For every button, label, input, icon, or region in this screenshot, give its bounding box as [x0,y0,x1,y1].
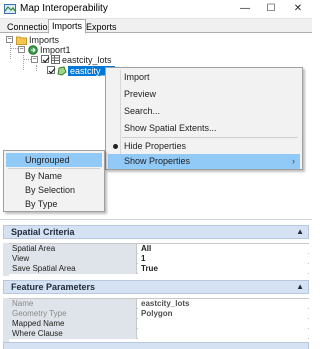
tree-connector [10,44,11,59]
maximize-button[interactable]: ☐ [260,2,282,16]
feature-checkbox[interactable] [47,66,56,74]
context-menu: Import Preview Search... Show Spatial Ex… [105,67,303,170]
menu-item-label: By Selection [25,185,76,195]
property-name: Geometry Type [9,309,137,319]
property-value[interactable]: All [138,244,308,254]
title-bar: Map Interoperability — ☐ ✕ [0,0,312,19]
panel-title: Spatial Criteria [11,227,75,237]
collapse-up-icon[interactable]: ▲ [296,226,304,238]
tree-item-label: Import1 [40,45,71,55]
collapse-toggle[interactable]: − [6,36,13,43]
collapse-up-icon[interactable]: ▲ [296,281,304,293]
show-properties-submenu: Ungrouped By Name By Selection By Type [3,150,105,212]
tab-imports[interactable]: Imports [48,19,87,34]
tree-connector [23,59,31,60]
chevron-right-icon: › [292,156,295,166]
polygon-icon [57,66,67,78]
panel-title: Feature Parameters [11,282,96,292]
window-title: Map Interoperability [20,3,108,14]
menu-item-label: Ungrouped [25,155,70,165]
menu-item-label: Hide Properties [124,141,187,151]
tree-connector [23,55,24,70]
property-name: Name [9,299,137,309]
tree-item-label: Imports [29,35,60,45]
submenu-item-by-type[interactable]: By Type [6,197,102,211]
table-icon [51,55,60,66]
property-name: Save Spatial Area [9,264,137,274]
layer-checkbox[interactable] [41,55,50,63]
menu-item-label: By Type [25,199,58,209]
menu-item-label: By Name [25,171,63,181]
menu-separator [122,137,298,138]
menu-item-show-properties[interactable]: Show Properties › [108,154,300,169]
menu-item-import[interactable]: Import [108,70,300,85]
property-row[interactable]: View 1 [9,254,309,264]
submenu-item-by-name[interactable]: By Name [6,169,102,183]
property-row[interactable]: Where Clause [9,329,309,339]
property-row[interactable]: Spatial Area All [9,244,309,254]
property-row[interactable]: Name eastcity_lots [9,299,309,309]
tree-connector [36,65,37,71]
property-name: Where Clause [9,329,137,339]
menu-item-label: Show Properties [124,156,191,166]
property-value[interactable]: 1 [138,254,308,264]
menu-item-label: Show Spatial Extents... [124,123,217,133]
close-button[interactable]: ✕ [287,2,309,16]
property-row[interactable]: Geometry Type Polygon [9,309,309,319]
tab-exports[interactable]: Exports [82,20,121,33]
property-row[interactable]: Mapped Name [9,319,309,329]
collapse-toggle[interactable]: − [18,46,25,53]
property-name: Spatial Area [9,244,137,254]
menu-item-label: Import [124,72,150,82]
submenu-item-ungrouped[interactable]: Ungrouped [6,153,102,167]
menu-item-show-spatial-extents[interactable]: Show Spatial Extents... [108,121,300,136]
property-row[interactable]: Save Spatial Area True [9,264,309,274]
feature-parameters-header[interactable]: Feature Parameters ▲ [3,280,309,294]
menu-item-preview[interactable]: Preview [108,87,300,102]
property-name: View [9,254,137,264]
radio-bullet-icon [113,144,118,149]
next-panel-header[interactable] [3,342,309,349]
property-name: Mapped Name [9,319,137,329]
property-value[interactable] [138,329,308,339]
menu-item-search[interactable]: Search... [108,104,300,119]
spatial-criteria-header[interactable]: Spatial Criteria ▲ [3,225,309,239]
property-value[interactable] [138,319,308,329]
spatial-criteria-grid: Spatial Area All View 1 Save Spatial Are… [9,243,309,274]
submenu-item-by-selection[interactable]: By Selection [6,183,102,197]
property-value: eastcity_lots [138,299,308,309]
property-value[interactable]: True [138,264,308,274]
menu-item-hide-properties[interactable]: Hide Properties [108,139,300,154]
property-value: Polygon [138,309,308,319]
menu-item-label: Search... [124,106,161,116]
tree-connector [10,48,18,49]
app-icon [4,3,16,15]
tree-item-label: eastcity_lots [62,55,112,65]
tab-strip: Connections Imports Exports [0,19,312,34]
minimize-button[interactable]: — [234,2,256,16]
feature-parameters-grid: Name eastcity_lots Geometry Type Polygon… [9,298,309,339]
menu-item-label: Preview [124,89,157,99]
collapse-toggle[interactable]: − [31,56,38,63]
